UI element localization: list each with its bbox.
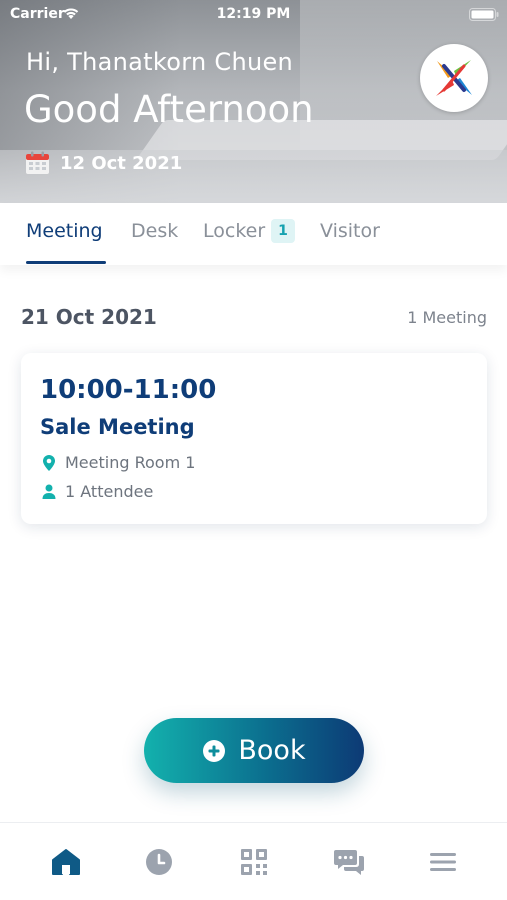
schedule-date: 21 Oct 2021 <box>21 305 157 329</box>
clock-icon <box>146 849 172 875</box>
book-button-label: Book <box>238 735 306 766</box>
meeting-room-row: Meeting Room 1 <box>41 453 195 472</box>
location-pin-icon <box>43 454 55 471</box>
tab-locker[interactable]: Locker <box>203 220 265 265</box>
nav-home[interactable] <box>50 847 82 877</box>
locker-count-badge: 1 <box>271 219 295 243</box>
meeting-title: Sale Meeting <box>40 415 195 439</box>
tab-meeting[interactable]: Meeting <box>26 220 103 265</box>
menu-icon <box>430 853 456 871</box>
meeting-count: 1 Meeting <box>407 308 487 327</box>
meeting-attendees-row: 1 Attendee <box>41 482 153 501</box>
company-logo[interactable] <box>420 44 488 112</box>
home-icon <box>52 849 80 875</box>
meeting-card[interactable]: 10:00-11:00 Sale Meeting Meeting Room 1 … <box>21 353 487 524</box>
clock-time: 12:19 PM <box>216 6 291 22</box>
daypart-greeting: Good Afternoon <box>24 88 314 131</box>
meeting-attendees-label: 1 Attendee <box>65 482 154 501</box>
qr-code-icon <box>241 849 267 875</box>
nav-menu[interactable] <box>427 847 459 877</box>
user-greeting: Hi, Thanatkorn Chuen <box>26 48 294 76</box>
current-date-text: 12 Oct 2021 <box>60 152 183 174</box>
nav-history[interactable] <box>143 847 175 877</box>
header-banner: Carrier 12:19 PM Hi, Thanatkorn Chuen Go… <box>0 0 507 203</box>
nav-qr-scan[interactable] <box>238 847 270 877</box>
chat-icon <box>334 850 364 875</box>
battery-icon <box>469 8 499 21</box>
nav-messages[interactable] <box>333 847 365 877</box>
current-date: 12 Oct 2021 <box>25 150 182 176</box>
book-button[interactable]: Book <box>144 718 364 783</box>
meeting-time: 10:00-11:00 <box>40 375 217 405</box>
bottom-navigation <box>0 822 507 900</box>
logo-icon <box>436 60 472 96</box>
tab-visitor[interactable]: Visitor <box>320 220 380 265</box>
plus-circle-icon <box>203 739 226 762</box>
calendar-icon <box>26 151 49 174</box>
status-bar: Carrier 12:19 PM <box>0 0 507 28</box>
active-tab-indicator <box>26 261 106 264</box>
meeting-room-label: Meeting Room 1 <box>65 453 196 472</box>
person-icon <box>42 484 56 499</box>
tab-desk[interactable]: Desk <box>131 220 178 265</box>
category-tabs: Meeting Desk Locker Visitor <box>0 203 507 265</box>
